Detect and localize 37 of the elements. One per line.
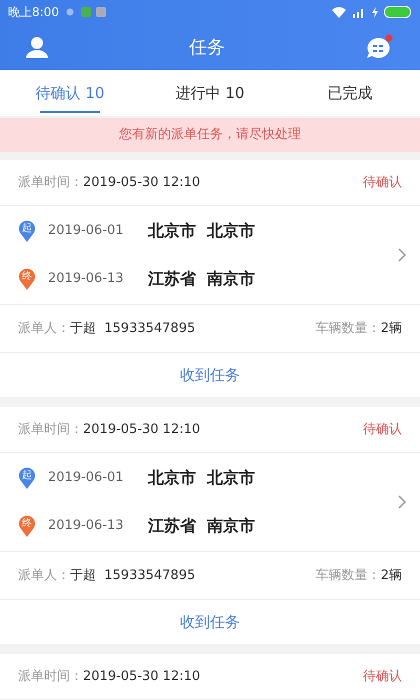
- wifi-icon: [332, 6, 346, 18]
- dispatch-time: 派单时间：2019-05-30 12:10: [18, 420, 200, 439]
- chat-icon[interactable]: [366, 34, 394, 60]
- route-date: 2019-06-01: [48, 469, 125, 488]
- chevron-right-icon[interactable]: [398, 495, 406, 509]
- status-label: 待确认: [363, 420, 402, 439]
- status-label: 待确认: [363, 668, 402, 686]
- location-pin: 终: [18, 515, 36, 537]
- route-date: 2019-06-13: [48, 517, 125, 536]
- chevron-right-icon[interactable]: [398, 248, 406, 262]
- vehicle-count: 车辆数量：2辆: [316, 320, 402, 338]
- location-pin: 起: [18, 220, 36, 242]
- notification-icons: [64, 6, 107, 18]
- location-pin: 起: [18, 467, 36, 489]
- route-date: 2019-06-13: [48, 270, 125, 288]
- signal-icon: [352, 6, 366, 18]
- status-time: 晚上8:00: [8, 4, 59, 21]
- dispatch-time: 派单时间：2019-05-30 12:10: [18, 174, 200, 192]
- route-date: 2019-06-01: [48, 222, 125, 240]
- route-place: 江苏省 南京市: [148, 515, 256, 537]
- tab[interactable]: 待确认 10: [0, 70, 140, 116]
- charging-icon: [372, 6, 378, 18]
- page-title: 任务: [189, 36, 225, 60]
- location-pin: 终: [18, 268, 36, 290]
- notice-banner: 您有新的派单任务，请尽快处理: [0, 118, 420, 152]
- dispatch-time: 派单时间：2019-05-30 12:10: [18, 668, 200, 686]
- route-place: 北京市 北京市: [148, 220, 256, 242]
- battery-icon: [384, 6, 412, 18]
- route-place: 江苏省 南京市: [148, 268, 256, 290]
- route-place: 北京市 北京市: [148, 467, 256, 489]
- dispatcher-info: 派单人：于超 15933547895: [18, 320, 196, 338]
- dispatcher-info: 派单人：于超 15933547895: [18, 566, 196, 585]
- vehicle-count: 车辆数量：2辆: [316, 566, 402, 585]
- user-icon[interactable]: [26, 36, 48, 58]
- tab[interactable]: 已完成: [280, 70, 420, 116]
- tab[interactable]: 进行中 10: [140, 70, 280, 116]
- status-label: 待确认: [363, 174, 402, 192]
